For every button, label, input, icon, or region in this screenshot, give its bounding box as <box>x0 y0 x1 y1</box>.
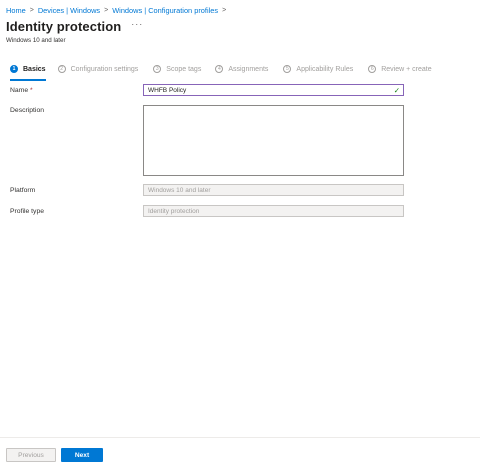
step-label: Review + create <box>381 65 432 73</box>
platform-label: Platform <box>10 187 36 194</box>
step-number-6: 6 <box>368 65 377 73</box>
name-label-text: Name <box>10 87 29 94</box>
wizard-steps: 1 Basics 2 Configuration settings 3 Scop… <box>10 62 432 81</box>
step-label: Basics <box>23 65 46 73</box>
step-label: Applicability Rules <box>296 65 354 73</box>
tab-basics[interactable]: 1 Basics <box>10 62 46 81</box>
step-number-5: 5 <box>283 65 292 73</box>
name-label: Name * <box>10 87 33 94</box>
platform-field: Windows 10 and later <box>143 184 404 196</box>
chevron-right-icon: > <box>222 6 227 14</box>
tab-scope-tags[interactable]: 3 Scope tags <box>153 62 201 76</box>
step-label: Scope tags <box>166 65 202 73</box>
tab-assignments[interactable]: 4 Assignments <box>215 62 268 76</box>
profile-type-field: Identity protection <box>143 205 404 217</box>
breadcrumb: Home > Devices | Windows > Windows | Con… <box>6 4 230 16</box>
description-label: Description <box>10 107 44 114</box>
name-field-value: WHFB Policy <box>148 86 187 94</box>
breadcrumb-configuration-profiles[interactable]: Windows | Configuration profiles <box>112 6 218 15</box>
tab-applicability-rules[interactable]: 5 Applicability Rules <box>283 62 353 76</box>
description-field[interactable] <box>143 105 404 176</box>
tab-review-create[interactable]: 6 Review + create <box>368 62 432 76</box>
chevron-right-icon: > <box>29 6 34 14</box>
step-number-3: 3 <box>153 65 162 73</box>
step-number-2: 2 <box>57 65 66 73</box>
required-indicator: * <box>30 87 33 94</box>
checkmark-icon: ✓ <box>393 86 400 95</box>
footer: Previous Next <box>0 437 480 462</box>
step-number-4: 4 <box>215 65 224 73</box>
step-label: Configuration settings <box>70 65 139 73</box>
more-icon[interactable]: ··· <box>131 19 143 29</box>
breadcrumb-home[interactable]: Home <box>6 6 26 15</box>
name-field[interactable]: WHFB Policy ✓ <box>143 84 404 96</box>
next-button[interactable]: Next <box>61 448 103 462</box>
page-title: Identity protection <box>6 19 122 34</box>
previous-button[interactable]: Previous <box>6 448 56 462</box>
step-label: Assignments <box>228 65 269 73</box>
title-row: Identity protection ··· <box>6 19 143 34</box>
page-subtitle: Windows 10 and later <box>6 37 66 44</box>
chevron-right-icon: > <box>104 6 109 14</box>
breadcrumb-devices-windows[interactable]: Devices | Windows <box>38 6 100 15</box>
profile-type-label: Profile type <box>10 208 45 215</box>
tab-configuration-settings[interactable]: 2 Configuration settings <box>57 62 139 76</box>
step-number-1: 1 <box>10 65 18 73</box>
